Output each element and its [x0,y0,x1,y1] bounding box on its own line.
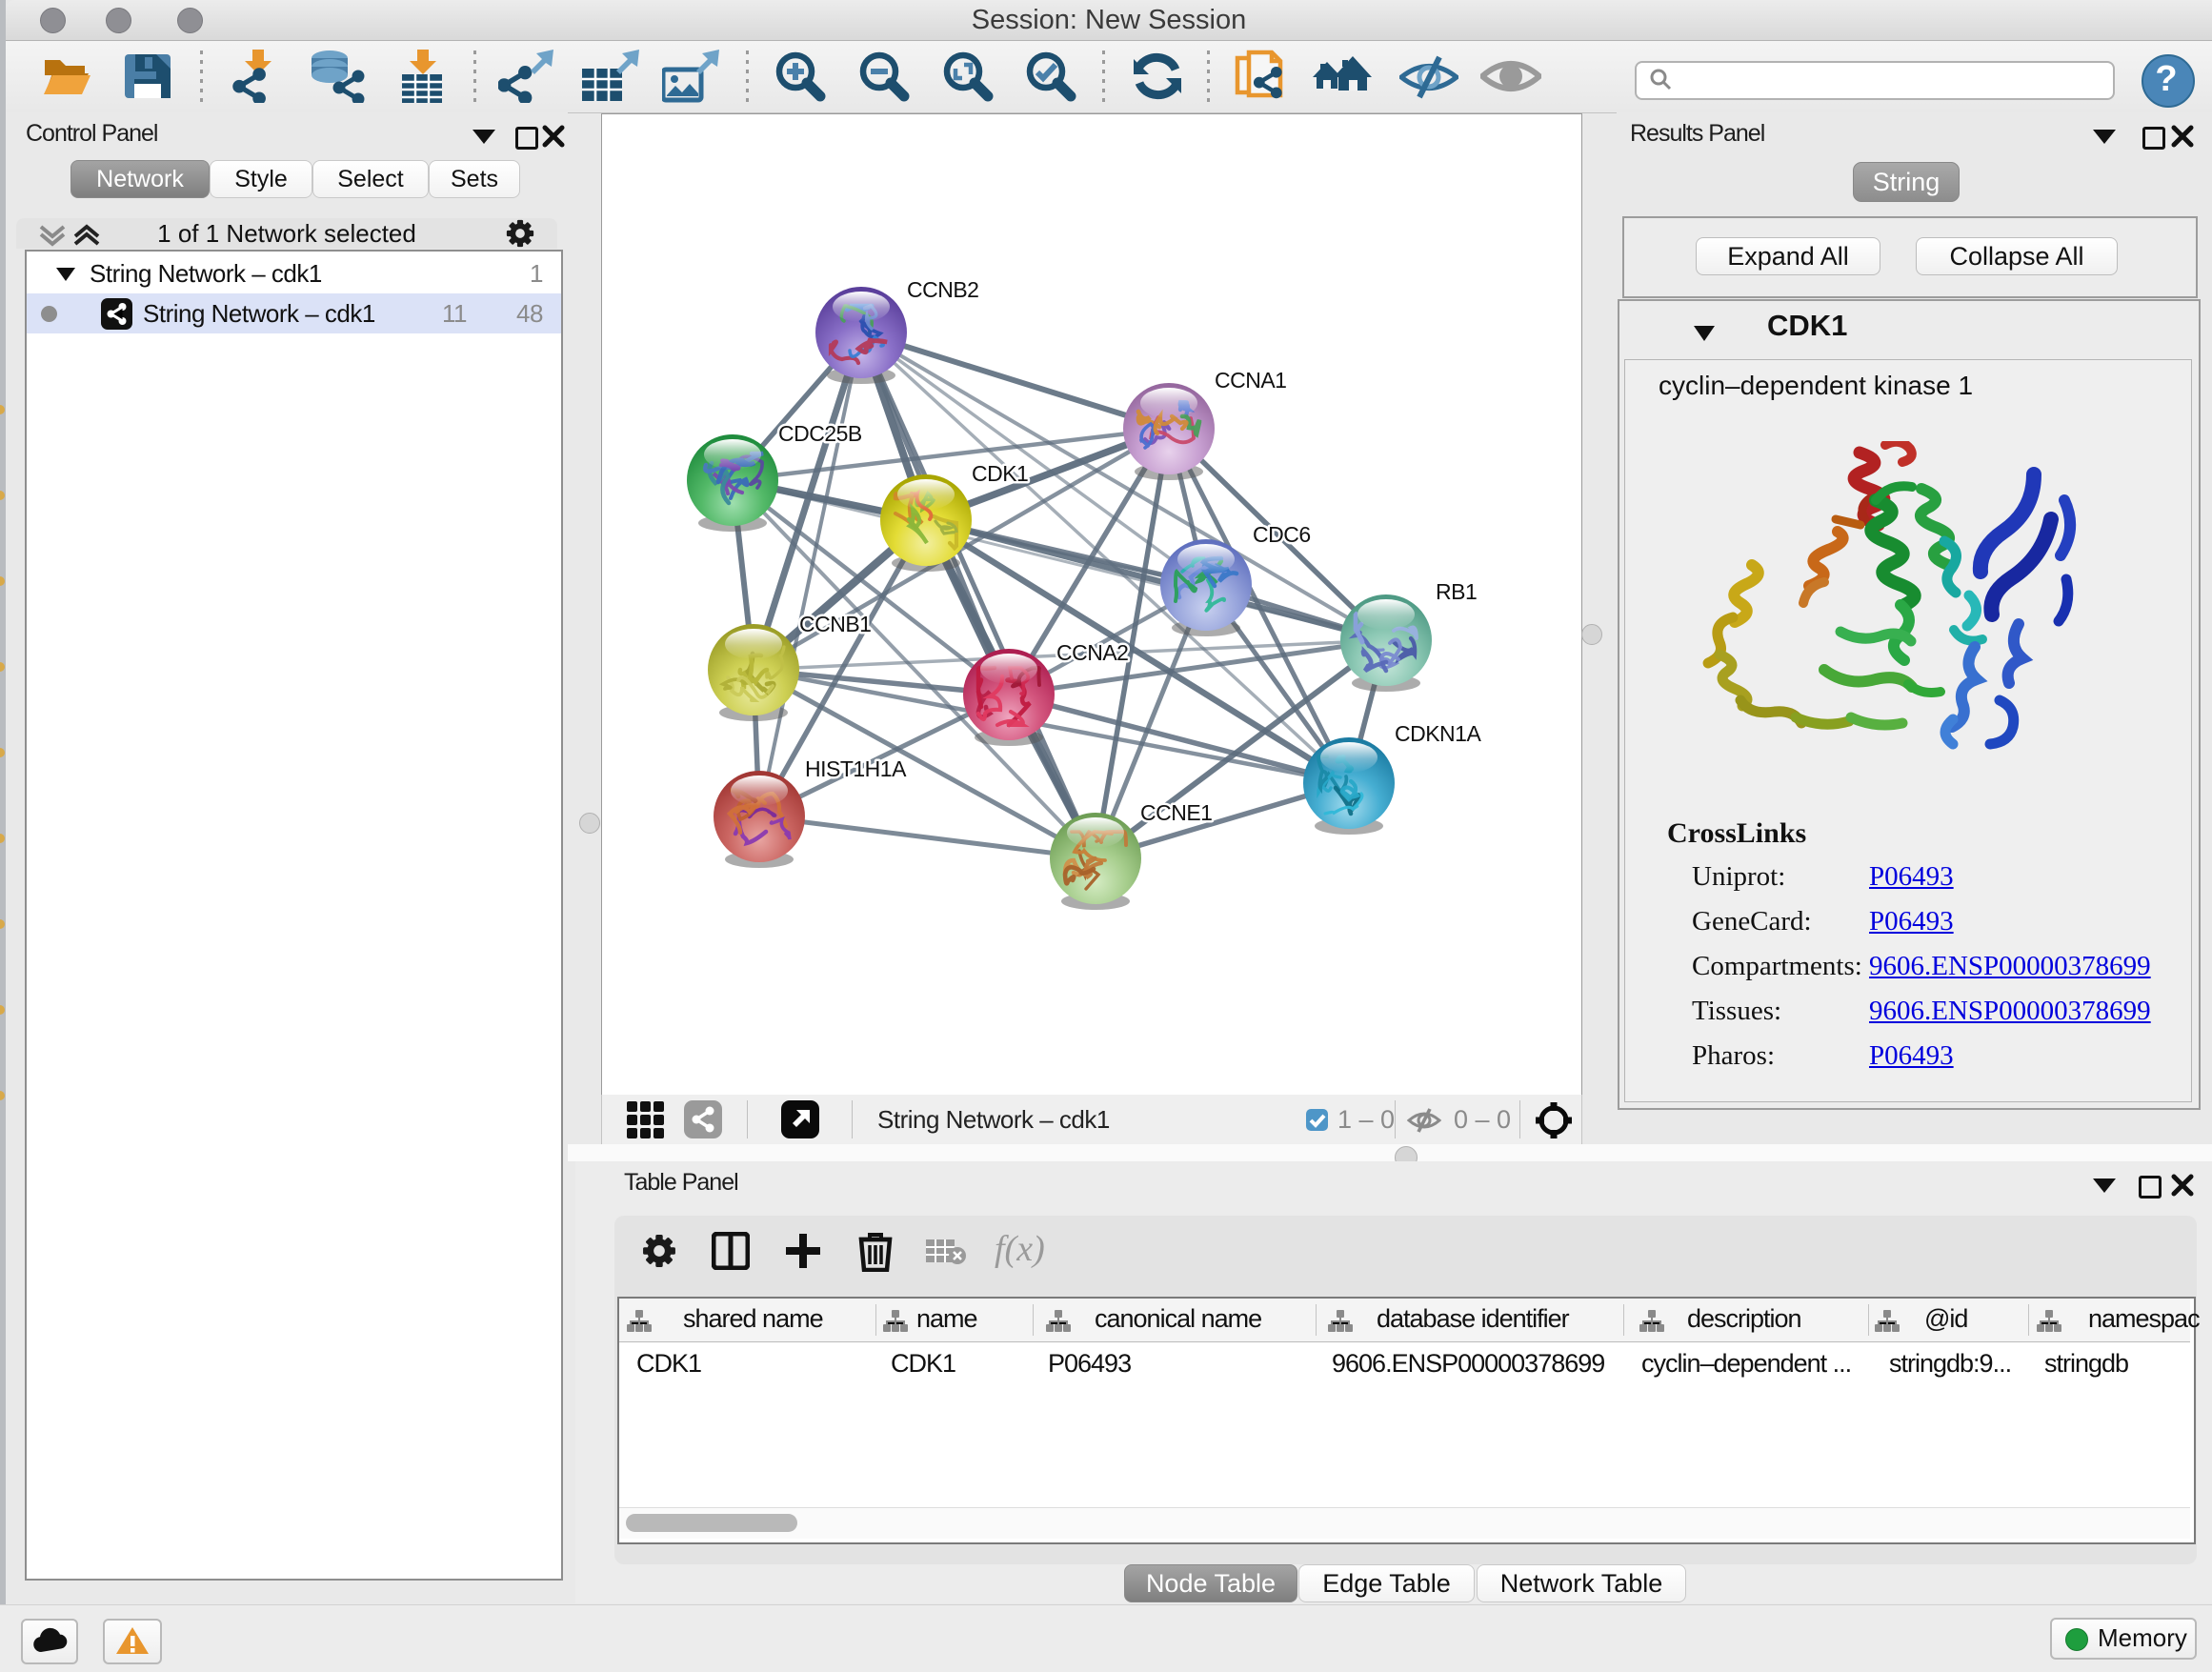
svg-text:CDKN1A: CDKN1A [1395,721,1481,746]
svg-text:CDK1: CDK1 [972,461,1028,486]
svg-text:CCNB2: CCNB2 [907,277,978,302]
svg-text:CDC6: CDC6 [1253,522,1311,547]
svg-text:CCNA1: CCNA1 [1215,368,1286,393]
svg-text:CDC25B: CDC25B [778,421,862,446]
svg-text:CCNB1: CCNB1 [799,612,871,636]
svg-text:CCNA2: CCNA2 [1056,640,1128,665]
svg-text:HIST1H1A: HIST1H1A [805,756,907,781]
svg-text:CCNE1: CCNE1 [1140,800,1212,825]
svg-text:RB1: RB1 [1436,579,1477,604]
